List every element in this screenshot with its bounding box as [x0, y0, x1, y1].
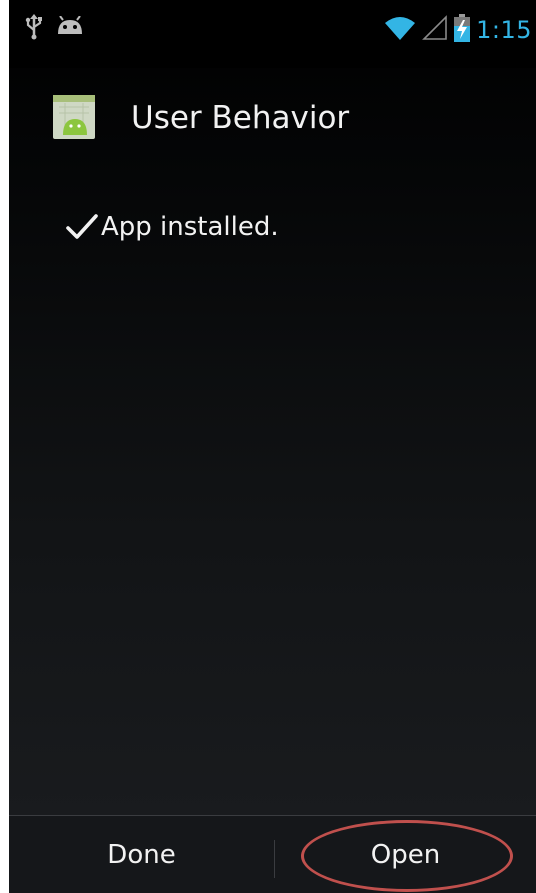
android-app-icon — [53, 95, 95, 139]
system-indicators: 1:15 — [384, 14, 532, 46]
android-debug-icon — [57, 15, 83, 42]
dialog-header: User Behavior — [9, 68, 536, 178]
install-status: App installed. — [65, 210, 279, 244]
open-button[interactable]: Open — [275, 816, 536, 893]
install-screen: 1:15 User Behavior App installed. Done O… — [9, 0, 536, 893]
signal-icon — [422, 15, 448, 45]
clock: 1:15 — [476, 16, 532, 44]
usb-icon — [25, 14, 43, 44]
battery-icon — [454, 14, 471, 46]
done-button[interactable]: Done — [9, 816, 274, 893]
checkmark-icon — [65, 212, 99, 242]
status-message: App installed. — [101, 212, 279, 242]
wifi-icon — [384, 15, 416, 45]
action-bar: Done Open — [9, 815, 536, 893]
notification-icons — [25, 14, 83, 44]
status-bar: 1:15 — [9, 0, 536, 68]
app-title: User Behavior — [131, 100, 350, 136]
